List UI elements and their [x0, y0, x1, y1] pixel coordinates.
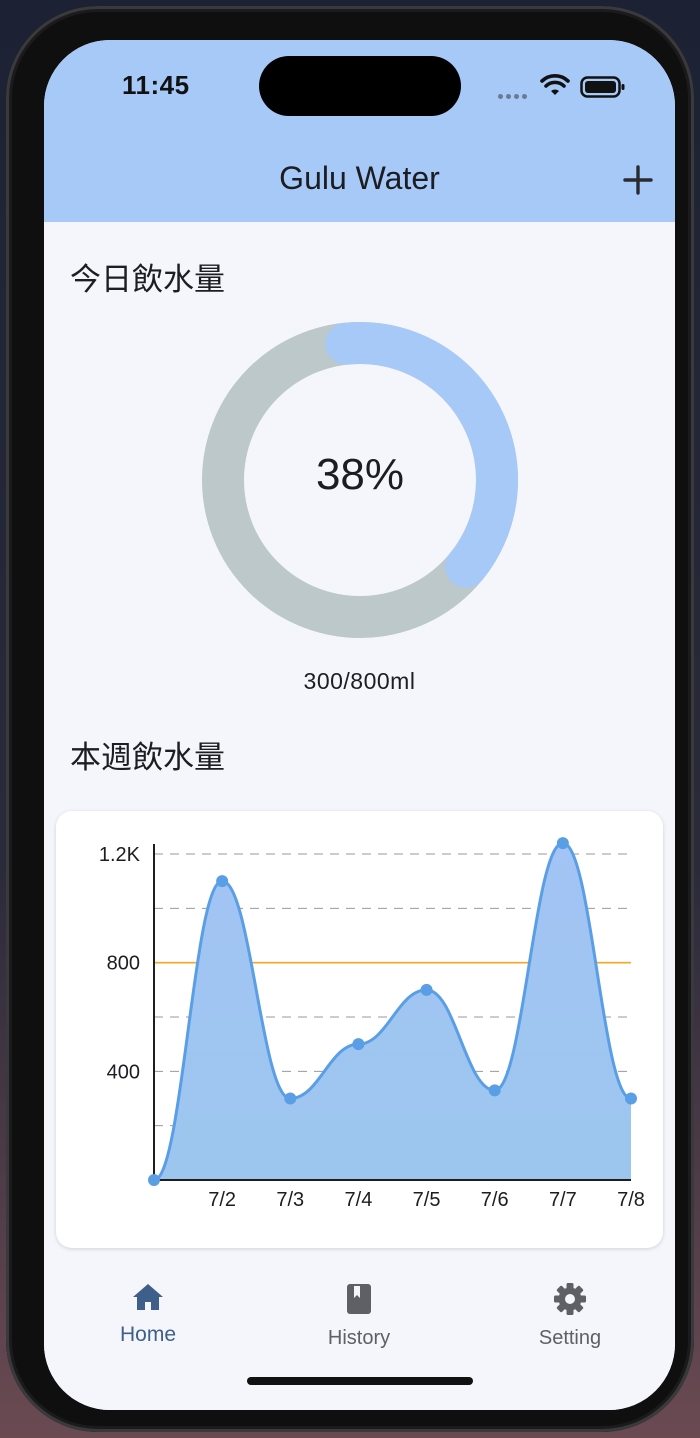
data-point: [216, 875, 229, 888]
y-tick-label: 800: [107, 953, 140, 975]
weekly-chart: 400 800 1.2K 7/2 7/3 7/4 7/5 7/6 7/7 7/8: [99, 837, 645, 1211]
gear-icon: [554, 1283, 586, 1315]
series-area: [154, 843, 631, 1180]
home-indicator[interactable]: [247, 1377, 473, 1385]
book-icon: [347, 1284, 371, 1314]
x-tick-label: 7/6: [481, 1189, 509, 1211]
signal-dots-icon: [498, 86, 530, 104]
nav-home-label: Home: [119, 1323, 177, 1346]
app-screen: 11:45 Gulu Water 今日飲水量 38% 300/800ml 本週飲…: [44, 40, 675, 1410]
y-tick-label: 1.2K: [99, 844, 141, 866]
wifi-icon: [540, 74, 570, 95]
data-point: [488, 1084, 501, 1097]
week-title: 本週飲水量: [70, 740, 225, 775]
x-tick-label: 7/5: [413, 1189, 441, 1211]
status-icons: [498, 74, 628, 99]
x-tick-label: 7/2: [208, 1189, 236, 1211]
data-point: [284, 1092, 297, 1105]
add-button[interactable]: [618, 160, 658, 200]
app-bar: 11:45 Gulu Water: [44, 40, 675, 222]
phone-frame: 11:45 Gulu Water 今日飲水量 38% 300/800ml 本週飲…: [6, 6, 694, 1432]
data-point: [625, 1092, 637, 1105]
data-point: [352, 1038, 365, 1051]
status-time: 11:45: [122, 70, 190, 100]
bottom-nav: Home History Setting: [44, 1252, 675, 1410]
daily-amount: 300/800ml: [303, 668, 416, 694]
weekly-chart-card: 400 800 1.2K 7/2 7/3 7/4 7/5 7/6 7/7 7/8: [56, 811, 663, 1248]
dynamic-island: [259, 56, 461, 116]
x-tick-label: 7/8: [617, 1189, 645, 1211]
nav-home[interactable]: Home: [78, 1282, 218, 1347]
data-point: [148, 1174, 160, 1186]
data-point: [556, 837, 569, 850]
nav-setting[interactable]: Setting: [500, 1282, 640, 1350]
today-title: 今日飲水量: [70, 262, 225, 297]
plus-icon: [623, 165, 653, 195]
app-title: Gulu Water: [279, 160, 440, 196]
nav-history-label: History: [327, 1327, 391, 1349]
nav-setting-label: Setting: [538, 1327, 602, 1349]
data-point: [420, 983, 433, 996]
battery-icon: [580, 76, 625, 98]
home-icon: [133, 1284, 163, 1310]
x-tick-label: 7/3: [276, 1189, 304, 1211]
y-tick-label: 400: [107, 1061, 140, 1083]
nav-history[interactable]: History: [289, 1282, 429, 1350]
x-tick-label: 7/4: [345, 1189, 373, 1211]
x-tick-label: 7/7: [549, 1189, 577, 1211]
progress-percent: 38%: [315, 450, 405, 499]
